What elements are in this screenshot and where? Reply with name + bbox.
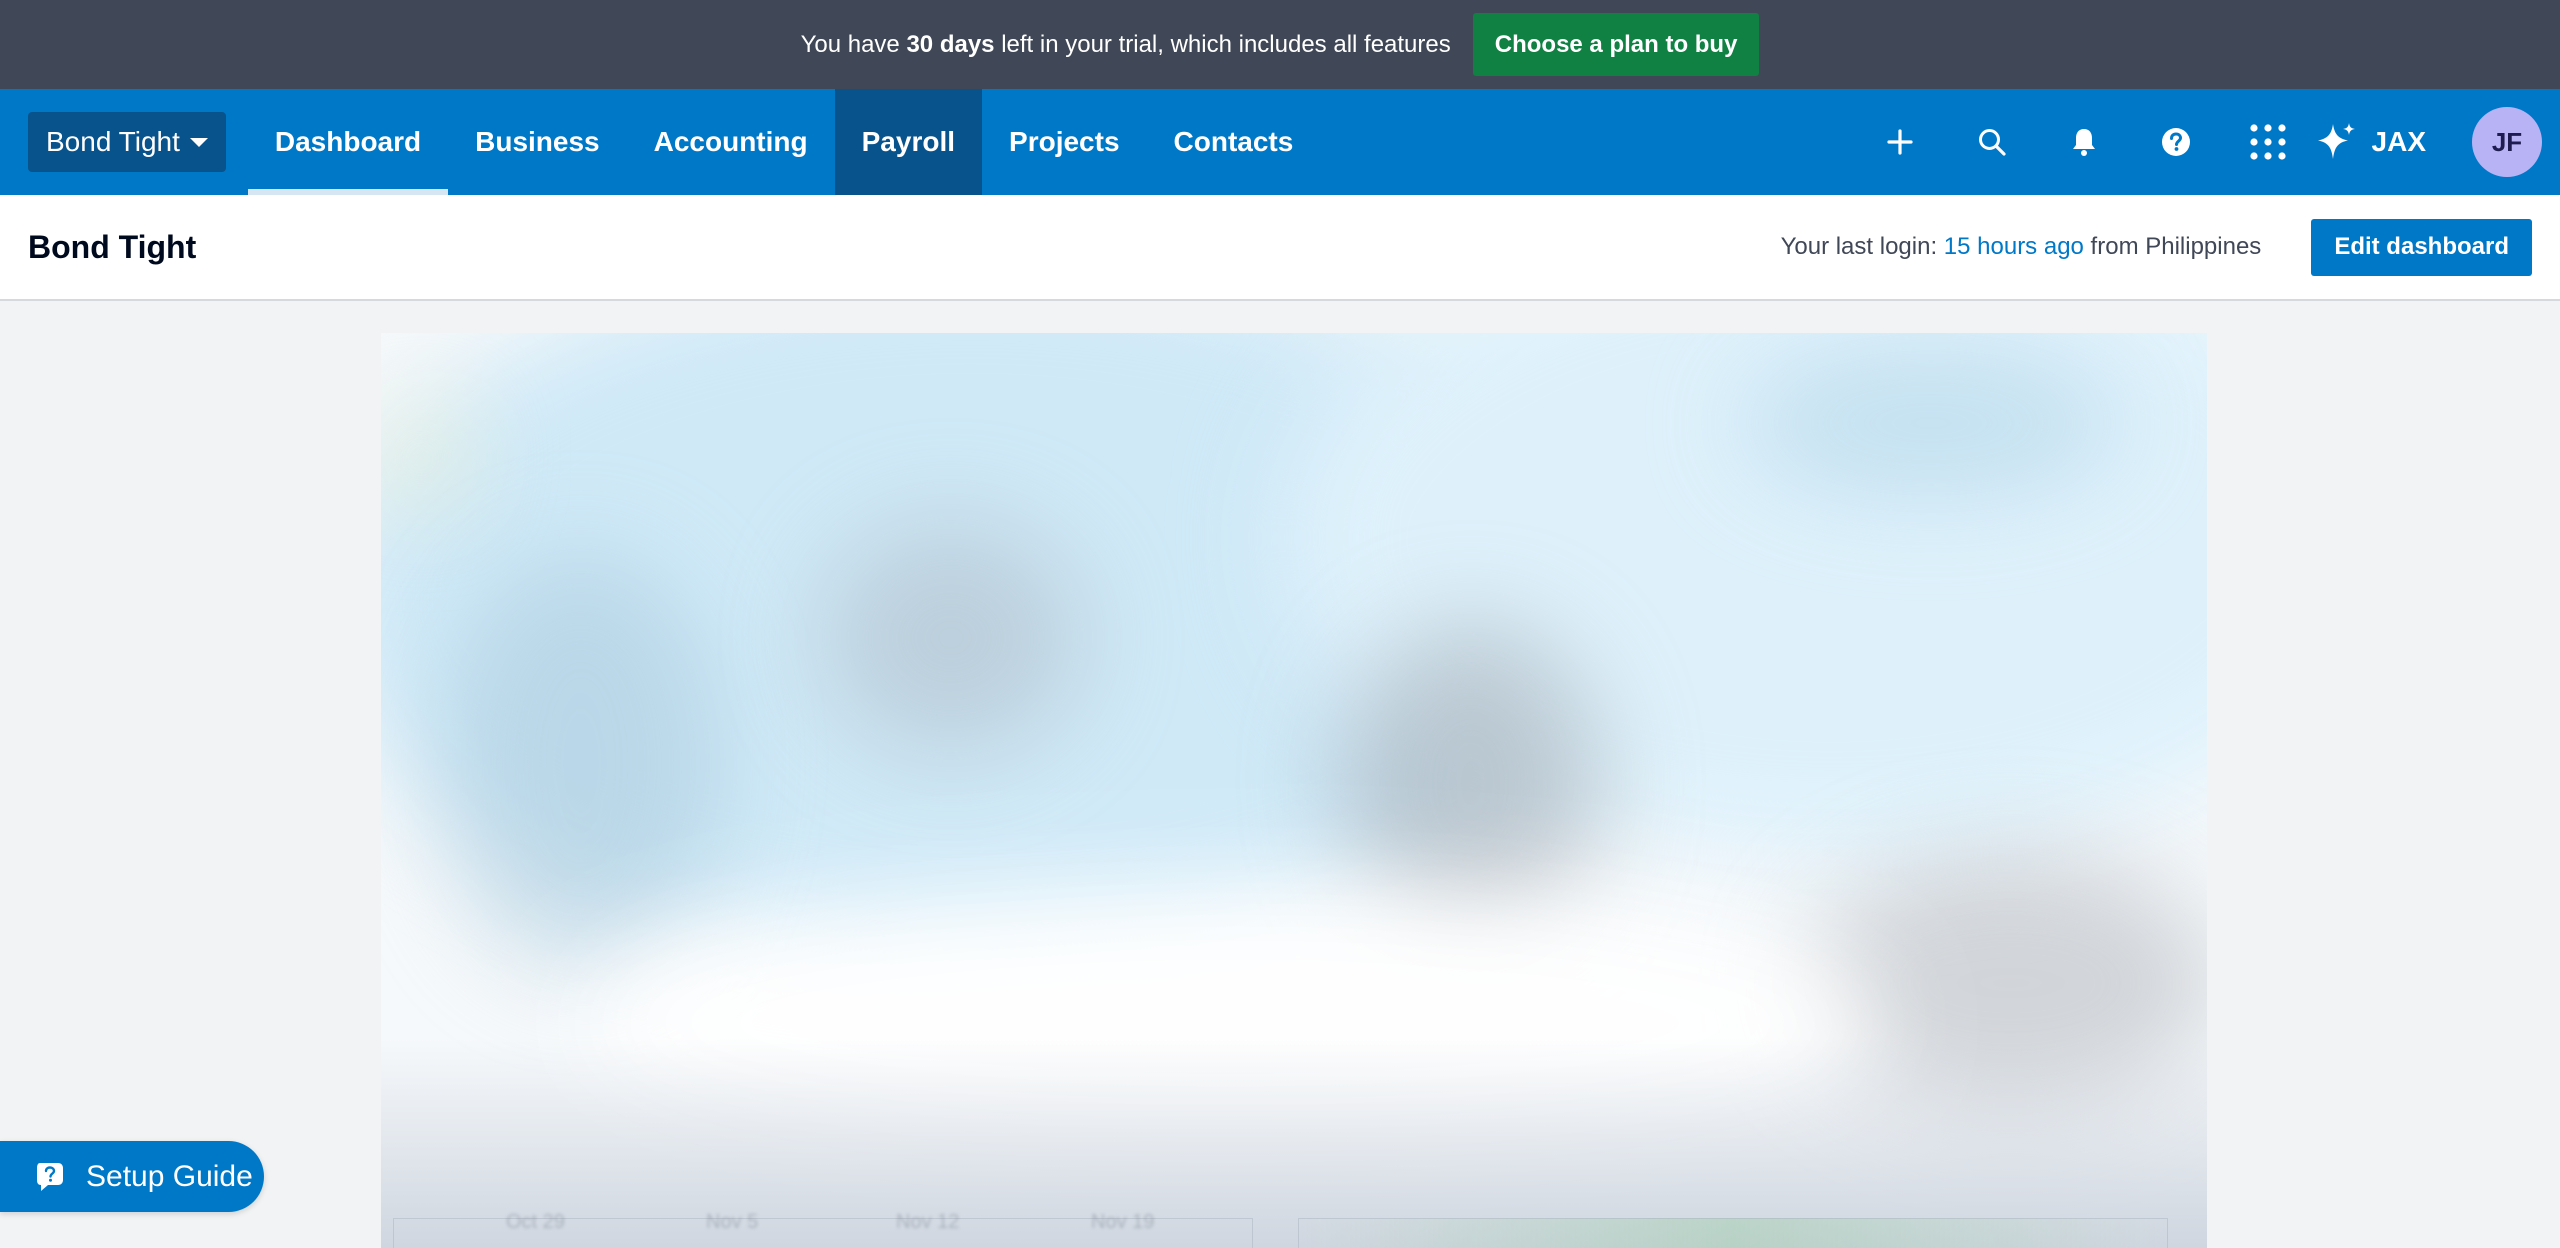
jax-assistant-button[interactable]: JAX bbox=[2316, 121, 2426, 163]
tab-dashboard[interactable]: Dashboard bbox=[247, 89, 449, 195]
ghost-axis-label: Nov 12 bbox=[896, 1211, 960, 1233]
setup-guide-button[interactable]: Setup Guide bbox=[0, 1141, 264, 1212]
ghost-card-right bbox=[1298, 1218, 2168, 1248]
main-nav-tabs: Dashboard Business Accounting Payroll Pr… bbox=[247, 89, 1321, 195]
trial-days-remaining: 30 days bbox=[906, 30, 995, 58]
tab-business[interactable]: Business bbox=[448, 89, 627, 195]
blur-blob bbox=[441, 553, 721, 973]
search-icon[interactable] bbox=[1946, 89, 2038, 195]
top-navigation: Bond Tight Dashboard Business Accounting… bbox=[0, 89, 2560, 195]
sparkle-icon bbox=[2317, 123, 2355, 159]
edit-dashboard-button[interactable]: Edit dashboard bbox=[2311, 218, 2532, 276]
organisation-name: Bond Tight bbox=[46, 126, 180, 157]
setup-guide-icon bbox=[37, 1162, 63, 1191]
tab-accounting[interactable]: Accounting bbox=[627, 89, 835, 195]
plus-icon[interactable] bbox=[1854, 89, 1946, 195]
blur-blob bbox=[821, 523, 1081, 753]
tab-contacts[interactable]: Contacts bbox=[1147, 89, 1321, 195]
help-icon[interactable] bbox=[2130, 89, 2222, 195]
jax-label: JAX bbox=[2371, 126, 2426, 157]
last-login-time-link[interactable]: 15 hours ago bbox=[1944, 233, 2084, 260]
trial-message: You have 30 days left in your trial, whi… bbox=[800, 30, 1451, 58]
tab-projects[interactable]: Projects bbox=[982, 89, 1147, 195]
dashboard-loading-area: Oct 29 Nov 5 Nov 12 Nov 19 bbox=[381, 333, 2207, 1248]
nav-actions: JAX JF bbox=[1854, 89, 2560, 195]
page-title: Bond Tight bbox=[28, 228, 197, 265]
bottom-fade bbox=[381, 1038, 2207, 1248]
bell-icon[interactable] bbox=[2038, 89, 2130, 195]
tab-payroll[interactable]: Payroll bbox=[834, 89, 983, 195]
setup-guide-label: Setup Guide bbox=[86, 1159, 253, 1193]
page-header: Bond Tight Your last login: 15 hours ago… bbox=[0, 195, 2560, 301]
user-avatar[interactable]: JF bbox=[2472, 107, 2542, 177]
choose-plan-button[interactable]: Choose a plan to buy bbox=[1472, 13, 1760, 76]
blur-blob bbox=[381, 413, 461, 503]
ghost-axis-label: Nov 5 bbox=[706, 1211, 759, 1233]
ghost-axis-label: Oct 29 bbox=[506, 1211, 565, 1233]
blur-blob bbox=[1341, 623, 1601, 943]
apps-grid-icon[interactable] bbox=[2222, 89, 2314, 195]
organisation-switcher[interactable]: Bond Tight bbox=[28, 112, 226, 172]
ghost-axis-label: Nov 19 bbox=[1091, 1211, 1155, 1233]
blur-blob bbox=[1741, 353, 2121, 493]
trial-banner: You have 30 days left in your trial, whi… bbox=[0, 0, 2560, 89]
last-login-info: Your last login: 15 hours ago from Phili… bbox=[1780, 233, 2262, 260]
caret-down-icon bbox=[189, 137, 208, 147]
